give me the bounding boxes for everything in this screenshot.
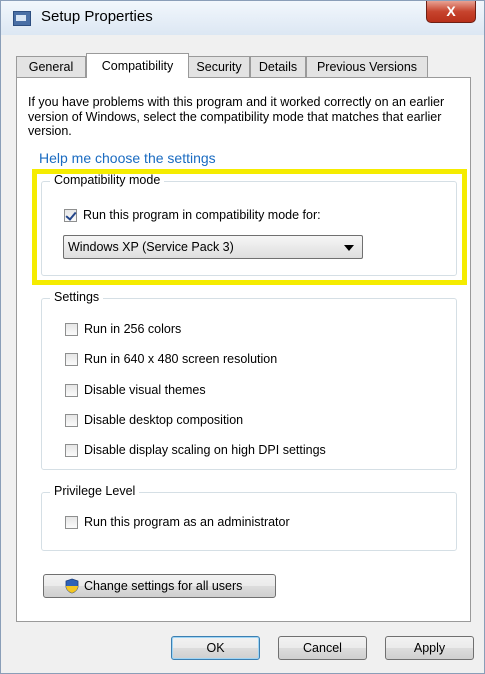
option-label: Disable visual themes — [84, 383, 206, 397]
help-link[interactable]: Help me choose the settings — [39, 150, 216, 166]
compatibility-mode-group: Compatibility mode — [41, 173, 457, 276]
close-button[interactable]: X — [426, 1, 476, 23]
chevron-down-icon — [344, 245, 354, 251]
checkbox-disable-dpi-scaling[interactable] — [65, 444, 78, 457]
option-label: Run in 256 colors — [84, 322, 182, 336]
compatibility-mode-label: Compatibility mode — [50, 173, 165, 187]
os-version-selected: Windows XP (Service Pack 3) — [68, 240, 234, 254]
checkbox-disable-desktop-composition[interactable] — [65, 414, 78, 427]
uac-shield-icon — [65, 578, 79, 594]
title-bar[interactable]: Setup Properties X — [1, 1, 484, 35]
tab-details[interactable]: Details — [250, 56, 306, 77]
change-settings-all-users-button[interactable]: Change settings for all users — [43, 574, 276, 598]
cancel-button[interactable]: Cancel — [278, 636, 367, 660]
window-app-icon — [13, 11, 31, 26]
window-title: Setup Properties — [41, 8, 153, 25]
option-label: Run in 640 x 480 screen resolution — [84, 352, 278, 366]
tab-security[interactable]: Security — [188, 56, 250, 77]
option-label: Disable desktop composition — [84, 413, 244, 427]
compat-mode-checkbox[interactable] — [64, 209, 77, 222]
intro-text: If you have problems with this program a… — [28, 95, 445, 138]
checkbox-256-colors[interactable] — [65, 323, 78, 336]
run-as-admin-checkbox[interactable] — [65, 516, 78, 529]
privilege-level-label: Privilege Level — [50, 484, 140, 498]
properties-dialog: Setup Properties X General Compatibility… — [0, 0, 485, 674]
tab-previous-versions[interactable]: Previous Versions — [306, 56, 428, 77]
ok-button[interactable]: OK — [171, 636, 260, 660]
option-label: Disable display scaling on high DPI sett… — [84, 443, 326, 457]
run-as-admin-label: Run this program as an administrator — [84, 515, 290, 529]
compat-mode-checkbox-label: Run this program in compatibility mode f… — [83, 208, 321, 222]
tab-general[interactable]: General — [16, 56, 86, 77]
checkbox-disable-visual-themes[interactable] — [65, 384, 78, 397]
settings-label: Settings — [50, 290, 104, 304]
tab-compatibility[interactable]: Compatibility — [86, 53, 189, 78]
checkbox-640x480[interactable] — [65, 353, 78, 366]
change-settings-label: Change settings for all users — [84, 579, 243, 593]
os-version-select[interactable]: Windows XP (Service Pack 3) — [63, 235, 363, 259]
apply-button[interactable]: Apply — [385, 636, 474, 660]
